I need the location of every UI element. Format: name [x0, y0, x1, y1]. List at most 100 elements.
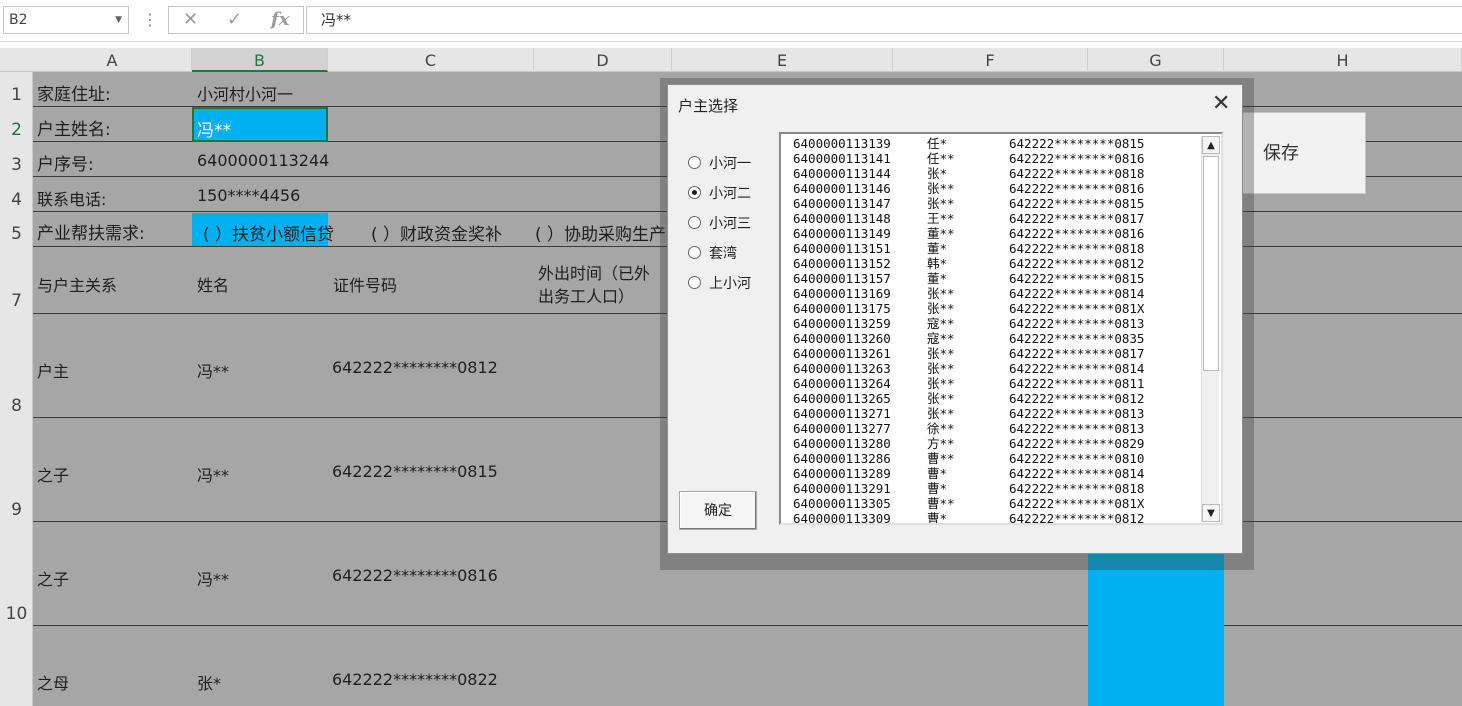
- household-id: 6400000113139: [793, 136, 891, 151]
- household-id: 6400000113277: [793, 421, 891, 436]
- householder-name: 寇**: [927, 331, 955, 346]
- radio-village[interactable]: 小河二: [688, 183, 751, 203]
- column-header-g[interactable]: G: [1088, 48, 1224, 72]
- member-relation[interactable]: 之子: [37, 566, 69, 590]
- radio-village[interactable]: 上小河: [688, 273, 751, 293]
- certificate-number: 642222********0814: [1009, 361, 1145, 376]
- column-header-f[interactable]: F: [893, 48, 1088, 72]
- member-relation[interactable]: 之子: [37, 462, 69, 486]
- column-header-a[interactable]: A: [33, 48, 192, 72]
- householder-name: 张**: [927, 361, 955, 376]
- householder-value[interactable]: 冯**: [197, 116, 231, 141]
- column-header-d[interactable]: D: [534, 48, 672, 72]
- name-box[interactable]: B2 ▼: [3, 6, 129, 34]
- certificate-number: 642222********0818: [1009, 481, 1145, 496]
- ok-button[interactable]: 确定: [679, 491, 757, 530]
- scroll-thumb[interactable]: [1203, 156, 1219, 371]
- option-procurement[interactable]: ( ）协助采购生产: [535, 220, 666, 245]
- column-headers: A B C D E F G H: [0, 48, 1462, 72]
- household-id: 6400000113175: [793, 301, 891, 316]
- householder-name: 张**: [927, 301, 955, 316]
- row-header-3[interactable]: 3: [0, 155, 33, 175]
- household-id: 6400000113309: [793, 511, 891, 525]
- householder-name: 张**: [927, 181, 955, 196]
- header-relation[interactable]: 与户主关系: [37, 272, 117, 296]
- certificate-number: 642222********0812: [1009, 391, 1145, 406]
- certificate-number: 642222********0812: [1009, 256, 1145, 271]
- column-header-h[interactable]: H: [1224, 48, 1462, 72]
- householder-name: 曹**: [927, 496, 955, 511]
- member-id[interactable]: 642222********0822: [332, 670, 498, 689]
- member-name[interactable]: 张*: [197, 670, 221, 694]
- member-id[interactable]: 642222********0812: [332, 358, 498, 377]
- insert-function-icon[interactable]: fx: [271, 9, 289, 30]
- row-header-1[interactable]: 1: [0, 85, 33, 105]
- drag-handle-icon[interactable]: ⋮: [142, 10, 158, 29]
- highlight-cell-g[interactable]: [1088, 552, 1224, 706]
- householder-name: 张**: [927, 286, 955, 301]
- column-header-c[interactable]: C: [328, 48, 534, 72]
- vertical-scrollbar[interactable]: ▲ ▼: [1201, 136, 1220, 522]
- scroll-down-icon[interactable]: ▼: [1202, 504, 1220, 522]
- row-header-7[interactable]: 7: [0, 291, 33, 311]
- row-header-9[interactable]: 9: [0, 500, 33, 520]
- chevron-down-icon[interactable]: ▼: [115, 7, 122, 33]
- formula-bar: B2 ▼ ⋮ ✕ ✓ fx 冯**: [0, 0, 1462, 42]
- household-no-label[interactable]: 户序号:: [37, 150, 94, 175]
- phone-value[interactable]: 150****4456: [197, 186, 300, 205]
- header-name[interactable]: 姓名: [197, 272, 229, 296]
- certificate-number: 642222********0817: [1009, 211, 1145, 226]
- enter-icon[interactable]: ✓: [227, 9, 242, 30]
- member-relation[interactable]: 户主: [37, 358, 69, 382]
- certificate-number: 642222********0816: [1009, 181, 1145, 196]
- row-header-10[interactable]: 10: [0, 604, 33, 624]
- formula-input[interactable]: 冯**: [306, 6, 1462, 34]
- household-no-value[interactable]: 6400000113244: [197, 151, 329, 170]
- radio-village[interactable]: 小河一: [688, 153, 751, 173]
- radio-label: 小河二: [709, 186, 751, 202]
- certificate-number: 642222********081X: [1009, 301, 1145, 316]
- header-out-time-2[interactable]: 出务工人口）: [538, 283, 634, 307]
- scroll-up-icon[interactable]: ▲: [1202, 136, 1220, 154]
- householder-name: 曹*: [927, 466, 948, 481]
- option-poverty-loan[interactable]: ( ）扶贫小额信贷: [203, 220, 334, 245]
- householder-listbox[interactable]: 6400000113139 任* 642222********0815 6400000…: [779, 132, 1223, 525]
- row-header-4[interactable]: 4: [0, 190, 33, 210]
- phone-label[interactable]: 联系电话:: [37, 186, 106, 210]
- householder-name: 方**: [927, 436, 955, 451]
- household-id: 6400000113146: [793, 181, 891, 196]
- header-out-time-1[interactable]: 外出时间（已外: [538, 260, 650, 284]
- address-label[interactable]: 家庭住址:: [37, 80, 111, 105]
- member-relation[interactable]: 之母: [37, 670, 69, 694]
- radio-label: 小河三: [709, 216, 751, 232]
- member-id[interactable]: 642222********0815: [332, 462, 498, 481]
- industry-need-label[interactable]: 产业帮扶需求:: [37, 219, 145, 244]
- household-id: 6400000113149: [793, 226, 891, 241]
- householder-select-dialog: 户主选择 ✕ 小河一 小河二 小河三 套湾 上小河 确定 64000001131…: [667, 84, 1243, 554]
- household-id: 6400000113148: [793, 211, 891, 226]
- radio-checked-icon: [688, 186, 701, 199]
- member-id[interactable]: 642222********0816: [332, 566, 498, 585]
- household-id: 6400000113260: [793, 331, 891, 346]
- certificate-number: 642222********0829: [1009, 436, 1145, 451]
- option-fiscal-subsidy[interactable]: ( ）财政资金奖补: [371, 220, 502, 245]
- row-header-2[interactable]: 2: [0, 120, 33, 140]
- dialog-title: 户主选择: [678, 97, 739, 115]
- household-id: 6400000113305: [793, 496, 891, 511]
- column-header-b[interactable]: B: [192, 48, 328, 72]
- header-id[interactable]: 证件号码: [333, 272, 397, 296]
- row-header-8[interactable]: 8: [0, 396, 33, 416]
- member-name[interactable]: 冯**: [197, 358, 229, 382]
- certificate-number: 642222********0815: [1009, 136, 1145, 151]
- address-value[interactable]: 小河村小河一: [197, 81, 293, 105]
- member-name[interactable]: 冯**: [197, 566, 229, 590]
- column-header-e[interactable]: E: [672, 48, 893, 72]
- radio-label: 小河一: [709, 156, 751, 172]
- cancel-icon[interactable]: ✕: [183, 9, 198, 30]
- radio-village[interactable]: 套湾: [688, 243, 737, 263]
- row-header-5[interactable]: 5: [0, 224, 33, 244]
- householder-label[interactable]: 户主姓名:: [37, 115, 111, 140]
- member-name[interactable]: 冯**: [197, 462, 229, 486]
- close-icon[interactable]: ✕: [1212, 91, 1230, 116]
- radio-village[interactable]: 小河三: [688, 213, 751, 233]
